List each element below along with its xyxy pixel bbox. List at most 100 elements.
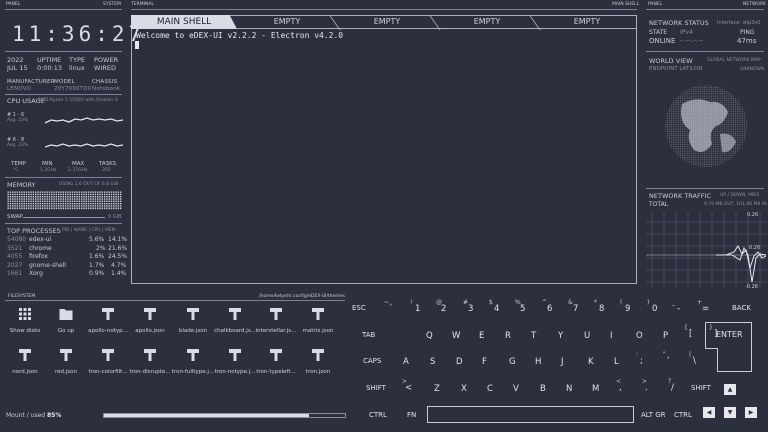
min-freq-value: 1.2GHz [40, 168, 57, 173]
arrow-left-key[interactable]: ◀ [703, 407, 715, 418]
key-w[interactable]: W [452, 331, 460, 341]
key-1[interactable]: ` [389, 304, 393, 314]
file-item[interactable]: red.json [44, 348, 88, 375]
key-back[interactable]: BACK [732, 304, 751, 312]
key-x[interactable]: X [461, 384, 467, 394]
key-7[interactable]: 6 [547, 304, 552, 314]
file-item[interactable]: apollo.json [128, 307, 172, 334]
tab-empty-4[interactable]: EMPTY [537, 15, 637, 29]
tab-main-shell[interactable]: MAIN SHELL [131, 15, 237, 29]
key-s[interactable]: S [430, 357, 435, 367]
file-item[interactable]: tron-disrupte... [128, 348, 172, 375]
file-item[interactable]: matrix.json [296, 307, 340, 334]
key-c[interactable]: C [487, 384, 493, 394]
key-n[interactable]: N [566, 384, 572, 394]
key-11[interactable]: 0 [652, 304, 657, 314]
key-g[interactable]: G [509, 357, 516, 367]
key-q[interactable]: Q [426, 331, 433, 341]
key-t[interactable]: T [531, 331, 536, 341]
divider [5, 300, 345, 301]
terminal-window[interactable] [131, 15, 637, 284]
swap-value: 0 GiB [108, 214, 122, 220]
key-symbol[interactable]: . [645, 383, 648, 393]
key-tab[interactable]: TAB [362, 331, 375, 339]
key-shift-symbol: ( [620, 299, 623, 306]
process-mem: 24.5% [108, 253, 128, 260]
theme-file-icon [144, 308, 156, 320]
max-freq-label: MAX [72, 161, 85, 167]
show-disks-button[interactable]: Show disks [3, 307, 47, 334]
key-symbol[interactable]: / [671, 383, 674, 393]
file-item[interactable]: tron-typeleft... [254, 348, 298, 375]
key-symbol[interactable]: < [405, 383, 412, 393]
key-caps[interactable]: CAPS [363, 357, 381, 365]
key-ctrl-right[interactable]: CTRL [674, 411, 692, 419]
key-4[interactable]: 3 [468, 304, 473, 314]
file-item[interactable]: tron.json [296, 348, 340, 375]
file-item[interactable]: tron-notype.j... [213, 348, 257, 375]
go-up-button[interactable]: Go up [44, 307, 88, 334]
key-symbol[interactable]: ' [667, 356, 669, 366]
file-item[interactable]: nord.json [3, 348, 47, 375]
key-y[interactable]: Y [558, 331, 563, 341]
key-i[interactable]: I [610, 331, 613, 341]
key-bracket[interactable]: [ [689, 329, 692, 339]
uptime-value: 0:00:13 [37, 64, 63, 72]
terminal-cursor [135, 41, 139, 49]
key-shift-symbol: * [594, 299, 597, 306]
tab-empty-1[interactable]: EMPTY [237, 15, 337, 29]
file-item[interactable]: interstellar.js... [254, 307, 298, 334]
file-item[interactable]: tron-colorfilt... [86, 348, 130, 375]
key-j[interactable]: J [561, 357, 564, 367]
key-d[interactable]: D [456, 357, 463, 367]
key-u[interactable]: U [584, 331, 590, 341]
file-name: tron-typeleft... [256, 369, 296, 375]
file-item[interactable]: tron-fulltype.j... [171, 348, 215, 375]
key-h[interactable]: H [535, 357, 541, 367]
key-r[interactable]: R [505, 331, 511, 341]
key-o[interactable]: O [636, 331, 643, 341]
tab-empty-2[interactable]: EMPTY [337, 15, 437, 29]
process-cpu: 1.7% [89, 262, 105, 269]
key-shift[interactable]: SHIFT [366, 384, 386, 392]
key-b[interactable]: B [540, 384, 546, 394]
process-mem: 21.6% [108, 245, 128, 252]
key-ctrl[interactable]: CTRL [369, 411, 387, 419]
key-l[interactable]: L [614, 357, 619, 367]
key-p[interactable]: P [663, 331, 668, 341]
arrow-right-key[interactable]: ▶ [745, 407, 757, 418]
key-e[interactable]: E [479, 331, 484, 341]
key-z[interactable]: Z [434, 384, 440, 394]
key-f[interactable]: F [482, 357, 487, 367]
key-13[interactable]: = [702, 304, 709, 314]
key-m[interactable]: M [592, 384, 599, 394]
file-item[interactable]: blade.json [171, 307, 215, 334]
file-item[interactable]: apollo-notyp... [86, 307, 130, 334]
key-5[interactable]: 4 [494, 304, 499, 314]
key-3[interactable]: 2 [441, 304, 446, 314]
chassis-label: CHASSIS [92, 79, 118, 85]
key-symbol[interactable]: \ [693, 356, 696, 366]
key-esc[interactable]: ESC [352, 304, 366, 312]
key-symbol[interactable]: ; [640, 356, 643, 366]
key-fn[interactable]: FN [407, 411, 416, 419]
key-12[interactable]: - [677, 304, 680, 314]
arrow-down-key[interactable]: ▼ [724, 407, 736, 418]
key-6[interactable]: 5 [520, 304, 525, 314]
key-10[interactable]: 9 [625, 304, 630, 314]
key-9[interactable]: 8 [599, 304, 604, 314]
key-v[interactable]: V [513, 384, 519, 394]
tab-empty-3[interactable]: EMPTY [437, 15, 537, 29]
key-k[interactable]: K [588, 357, 594, 367]
file-item[interactable]: chalkboard.js... [213, 307, 257, 334]
key-alt-gr[interactable]: ALT GR [641, 411, 666, 419]
key-a[interactable]: A [403, 357, 409, 367]
key-shift-symbol: | [689, 351, 692, 358]
space-bar[interactable] [427, 406, 634, 423]
key-symbol[interactable]: , [619, 383, 622, 393]
arrow-up-key[interactable]: ▲ [724, 384, 736, 395]
key-8[interactable]: 7 [573, 304, 578, 314]
cpu-graph-1 [45, 117, 123, 124]
key-shift-right[interactable]: SHIFT [691, 384, 711, 392]
key-2[interactable]: 1 [415, 304, 420, 314]
